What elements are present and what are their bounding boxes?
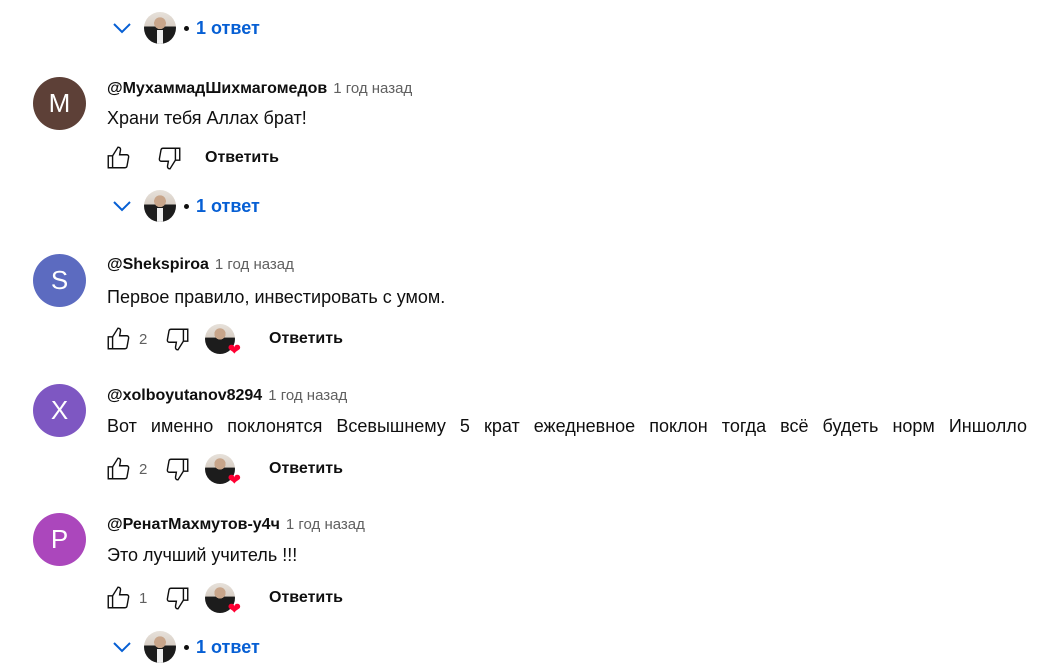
replies-toggle[interactable]: 1 ответ bbox=[108, 629, 260, 665]
replies-toggle[interactable]: 1 ответ bbox=[108, 10, 260, 46]
like-icon[interactable] bbox=[103, 454, 133, 484]
avatar-letter: X bbox=[50, 395, 69, 425]
comment-time[interactable]: 1 год назад bbox=[333, 80, 412, 97]
avatar-letter: P bbox=[50, 524, 69, 554]
chevron-down-icon bbox=[108, 192, 136, 220]
comment-author[interactable]: @xolboyutanov8294 bbox=[107, 387, 262, 405]
avatar[interactable]: S bbox=[33, 254, 86, 307]
separator-dot bbox=[184, 203, 189, 209]
like-count: 2 bbox=[139, 460, 148, 478]
heart-icon: ❤ bbox=[227, 342, 241, 359]
avatar-letter: M bbox=[48, 88, 71, 118]
creator-avatar bbox=[144, 190, 176, 222]
avatar[interactable]: P bbox=[33, 513, 86, 566]
comment-header: @Shekspiroa 1 год назад bbox=[107, 256, 294, 274]
dislike-icon[interactable] bbox=[163, 324, 193, 354]
like-icon[interactable] bbox=[103, 324, 133, 354]
reply-button[interactable]: Ответить bbox=[205, 149, 279, 167]
comment-header: @РенатМахмутов-у4ч 1 год назад bbox=[107, 516, 365, 534]
comment-header: @xolboyutanov8294 1 год назад bbox=[107, 387, 347, 405]
comment-toolbar: 2 ❤ Ответить bbox=[103, 321, 343, 359]
comment-author[interactable]: @РенатМахмутов-у4ч bbox=[107, 516, 280, 534]
dislike-icon[interactable] bbox=[163, 454, 193, 484]
creator-heart-badge: ❤ bbox=[205, 454, 241, 489]
avatar[interactable]: X bbox=[33, 384, 86, 437]
creator-heart-badge: ❤ bbox=[205, 583, 241, 618]
comment-time[interactable]: 1 год назад bbox=[268, 387, 347, 404]
separator-dot bbox=[184, 644, 189, 650]
comment-time[interactable]: 1 год назад bbox=[286, 516, 365, 533]
replies-toggle[interactable]: 1 ответ bbox=[108, 188, 260, 224]
comment-toolbar: Ответить bbox=[103, 140, 279, 176]
creator-avatar bbox=[144, 12, 176, 44]
heart-icon: ❤ bbox=[227, 601, 241, 618]
comment-text: Храни тебя Аллах брат! bbox=[107, 108, 307, 128]
comment-text: Вот именно поклонятся Всевышнему 5 крат … bbox=[107, 416, 1027, 436]
replies-count-link[interactable]: 1 ответ bbox=[196, 196, 260, 217]
separator-dot bbox=[184, 25, 189, 31]
comment-text: Первое правило, инвестировать с умом. bbox=[107, 287, 446, 307]
creator-avatar bbox=[144, 631, 176, 663]
like-icon[interactable] bbox=[103, 583, 133, 613]
replies-count-link[interactable]: 1 ответ bbox=[196, 18, 260, 39]
comment-author[interactable]: @МухаммадШихмагомедов bbox=[107, 80, 327, 98]
avatar[interactable]: M bbox=[33, 77, 86, 130]
like-count: 2 bbox=[139, 330, 148, 348]
dislike-icon[interactable] bbox=[155, 143, 185, 173]
dislike-icon[interactable] bbox=[163, 583, 193, 613]
reply-button[interactable]: Ответить bbox=[269, 330, 343, 348]
comment-toolbar: 2 ❤ Ответить bbox=[103, 451, 343, 489]
reply-button[interactable]: Ответить bbox=[269, 589, 343, 607]
chevron-down-icon bbox=[108, 14, 136, 42]
avatar-letter: S bbox=[50, 265, 69, 295]
comment-header: @МухаммадШихмагомедов 1 год назад bbox=[107, 80, 412, 98]
like-count: 1 bbox=[139, 589, 148, 607]
creator-heart-badge: ❤ bbox=[205, 324, 241, 359]
comment-time[interactable]: 1 год назад bbox=[215, 256, 294, 273]
replies-count-link[interactable]: 1 ответ bbox=[196, 637, 260, 658]
chevron-down-icon bbox=[108, 633, 136, 661]
comment-toolbar: 1 ❤ Ответить bbox=[103, 580, 343, 618]
like-icon[interactable] bbox=[103, 143, 133, 173]
comment-author[interactable]: @Shekspiroa bbox=[107, 256, 209, 274]
reply-button[interactable]: Ответить bbox=[269, 460, 343, 478]
comment-text: Это лучший учитель !!! bbox=[107, 545, 298, 565]
heart-icon: ❤ bbox=[227, 472, 241, 489]
